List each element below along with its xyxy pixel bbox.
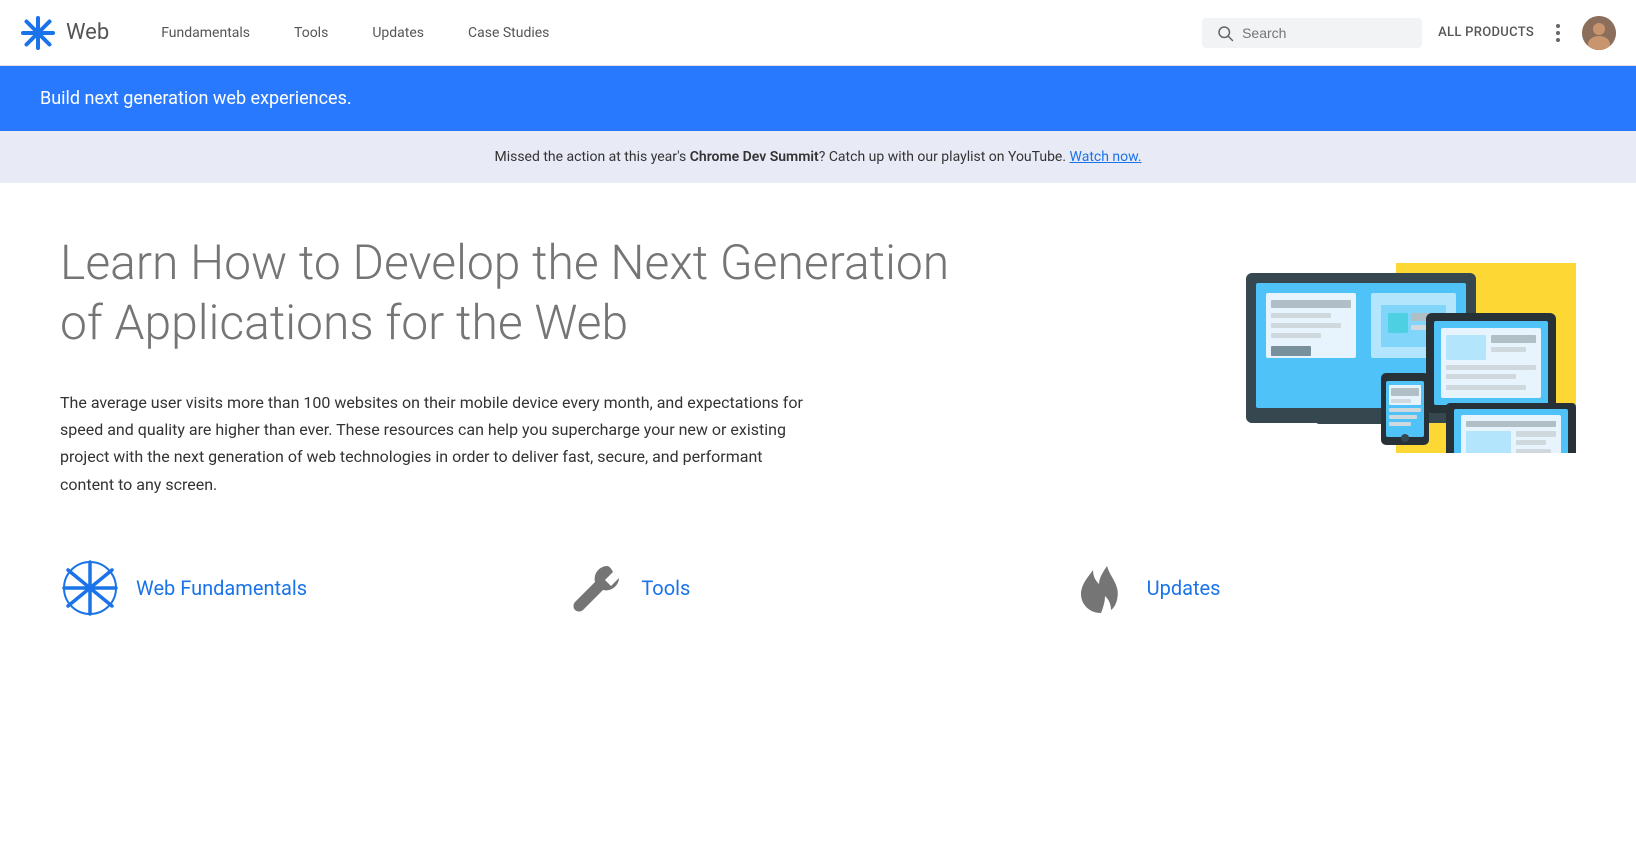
web-fundamentals-icon <box>60 558 120 618</box>
more-options-button[interactable] <box>1550 18 1566 48</box>
devices-illustration <box>1216 233 1576 453</box>
bottom-updates[interactable]: Updates <box>1071 558 1576 618</box>
hero-left: Learn How to Develop the Next Generation… <box>60 233 960 498</box>
logo-icon <box>20 15 56 51</box>
nav-links: Fundamentals Tools Updates Case Studies <box>139 0 1202 66</box>
announcement-banner: Missed the action at this year's Chrome … <box>0 131 1636 183</box>
more-dot-2 <box>1556 31 1560 35</box>
more-dot-3 <box>1556 38 1560 42</box>
bottom-section: Web Fundamentals Tools Updates <box>60 558 1576 638</box>
hero-title: Learn How to Develop the Next Generation… <box>60 233 960 353</box>
more-dot-1 <box>1556 24 1560 28</box>
announcement-bold: Chrome Dev Summit <box>690 149 819 165</box>
navbar: Web Fundamentals Tools Updates Case Stud… <box>0 0 1636 66</box>
bottom-web-fundamentals[interactable]: Web Fundamentals <box>60 558 565 618</box>
search-input[interactable] <box>1242 25 1402 41</box>
main-content: Learn How to Develop the Next Generation… <box>0 183 1636 698</box>
brand-label: Web <box>66 20 109 45</box>
all-products-button[interactable]: ALL PRODUCTS <box>1438 25 1534 40</box>
announcement-text: Missed the action at this year's Chrome … <box>494 149 1141 165</box>
updates-label: Updates <box>1147 576 1221 600</box>
hero-section: Learn How to Develop the Next Generation… <box>60 233 1576 498</box>
search-icon <box>1216 24 1234 42</box>
announcement-prefix: Missed the action at this year's <box>494 149 689 165</box>
blue-banner-text: Build next generation web experiences. <box>40 88 352 109</box>
avatar-image <box>1582 16 1616 50</box>
user-avatar[interactable] <box>1582 16 1616 50</box>
navbar-right: ALL PRODUCTS <box>1202 16 1616 50</box>
web-fundamentals-label: Web Fundamentals <box>136 576 307 600</box>
nav-tools[interactable]: Tools <box>272 0 350 66</box>
search-container[interactable] <box>1202 18 1422 48</box>
navbar-logo[interactable]: Web <box>20 15 109 51</box>
hero-description: The average user visits more than 100 we… <box>60 389 820 498</box>
nav-updates[interactable]: Updates <box>350 0 446 66</box>
tools-label: Tools <box>641 576 690 600</box>
watch-now-link[interactable]: Watch now. <box>1070 149 1142 165</box>
updates-icon <box>1071 558 1131 618</box>
announcement-suffix: ? Catch up with our playlist on YouTube. <box>819 149 1070 165</box>
blue-banner: Build next generation web experiences. <box>0 66 1636 131</box>
bottom-tools[interactable]: Tools <box>565 558 1070 618</box>
nav-case-studies[interactable]: Case Studies <box>446 0 571 66</box>
nav-fundamentals[interactable]: Fundamentals <box>139 0 272 66</box>
hero-illustration <box>1216 233 1576 453</box>
tools-icon <box>565 558 625 618</box>
